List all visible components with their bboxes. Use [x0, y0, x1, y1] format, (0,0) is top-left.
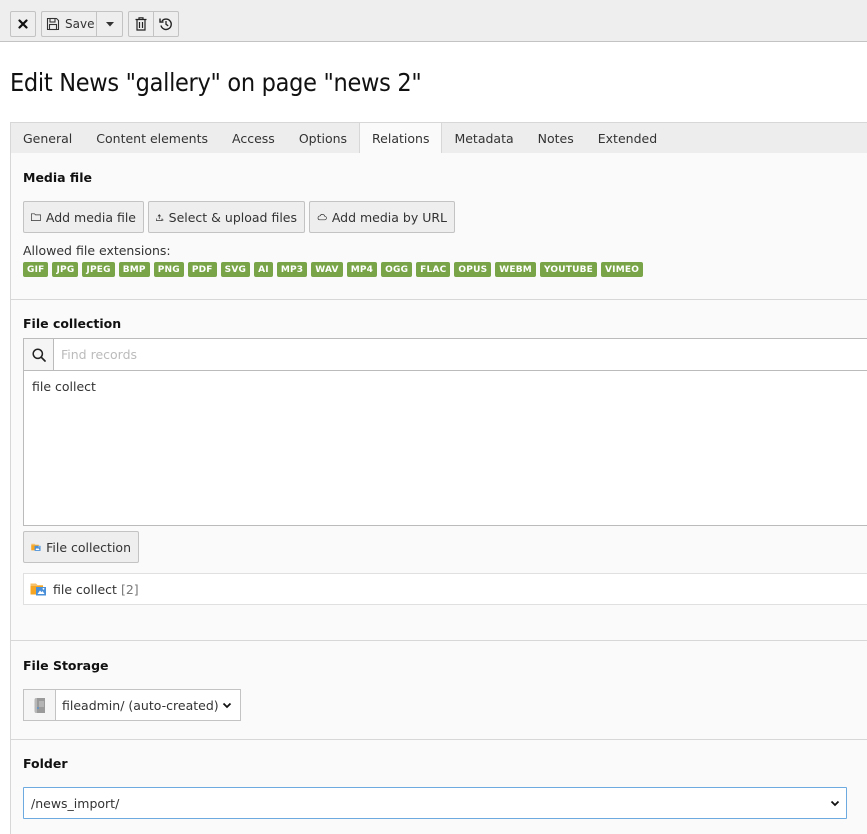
save-button[interactable]: Save: [41, 11, 97, 37]
tab-options[interactable]: Options: [287, 123, 359, 153]
extension-badge: WAV: [311, 262, 343, 277]
record-count: [2]: [120, 581, 139, 597]
section-divider: [11, 299, 867, 300]
page-title: Edit News "gallery" on page "news 2": [10, 68, 422, 97]
extension-badge: SVG: [220, 262, 251, 277]
tab-notes[interactable]: Notes: [526, 123, 586, 153]
file-collection-available-list[interactable]: file collect: [23, 370, 867, 526]
extension-badge: AI: [254, 262, 273, 277]
chevron-down-icon: [830, 800, 840, 806]
section-divider: [11, 739, 867, 740]
selected-record-row[interactable]: file collect [2]: [23, 573, 867, 605]
find-records-input[interactable]: [54, 339, 867, 370]
folder-selected: /news_import/: [31, 795, 120, 811]
history-icon: [159, 18, 172, 31]
chevron-down-icon: [222, 702, 232, 708]
add-media-by-url-button[interactable]: Add media by URL: [309, 201, 455, 233]
add-media-by-url-label: Add media by URL: [331, 209, 447, 225]
upload-icon: [156, 213, 164, 221]
tab-relations[interactable]: Relations: [359, 122, 443, 154]
delete-button[interactable]: [128, 11, 154, 37]
add-media-file-button[interactable]: Add media file: [23, 201, 144, 233]
extension-badge: MP4: [346, 262, 378, 277]
allowed-extensions-list: GIF JPG JPEG BMP PNG PDF SVG AI MP3 WAV …: [23, 262, 644, 277]
select-upload-files-button[interactable]: Select & upload files: [148, 201, 305, 233]
tab-access[interactable]: Access: [220, 123, 287, 153]
extension-badge: FLAC: [416, 262, 451, 277]
extension-badge: BMP: [118, 262, 150, 277]
folder-select[interactable]: /news_import/: [23, 787, 847, 819]
media-file-label: Media file: [23, 170, 92, 185]
storage-icon-box: [24, 690, 56, 720]
tab-panel-relations: Media file Add media file Select & uploa…: [10, 153, 867, 834]
close-icon: [18, 19, 28, 29]
extension-badge: MP3: [276, 262, 308, 277]
file-collection-icon: [31, 543, 41, 551]
file-collection-option[interactable]: file collect: [24, 371, 867, 402]
save-dropdown-button[interactable]: [96, 11, 123, 37]
extension-badge: OGG: [381, 262, 413, 277]
file-storage-selected: fileadmin/ (auto-created): [62, 697, 219, 713]
extension-badge: PNG: [153, 262, 184, 277]
extension-badge: PDF: [187, 262, 217, 277]
tab-bar: General Content elements Access Options …: [10, 122, 867, 154]
find-records-field: [23, 338, 867, 371]
caret-down-icon: [105, 21, 114, 26]
close-button[interactable]: [10, 11, 36, 37]
extension-badge: VIMEO: [600, 262, 644, 277]
docheader-toolbar: Save: [0, 0, 867, 42]
section-divider: [11, 640, 867, 641]
trash-icon: [135, 17, 147, 31]
add-file-collection-button[interactable]: File collection: [23, 531, 139, 563]
extension-badge: OPUS: [454, 262, 492, 277]
tab-extended[interactable]: Extended: [586, 123, 669, 153]
tab-content-elements[interactable]: Content elements: [84, 123, 220, 153]
extension-badge: JPEG: [82, 262, 115, 277]
search-icon-box: [24, 339, 54, 370]
extension-badge: JPG: [52, 262, 79, 277]
save-label: Save: [65, 17, 95, 31]
cloud-icon: [317, 214, 327, 221]
extension-badge: YOUTUBE: [539, 262, 597, 277]
folder-icon: [31, 213, 41, 221]
select-upload-files-label: Select & upload files: [168, 209, 297, 225]
file-collection-label: File collection: [23, 316, 122, 331]
extension-badge: WEBM: [495, 262, 536, 277]
record-title: file collect: [53, 581, 117, 597]
folder-label: Folder: [23, 756, 68, 771]
file-storage-icon: [34, 697, 45, 713]
add-file-collection-label: File collection: [46, 539, 131, 555]
file-storage-select[interactable]: fileadmin/ (auto-created): [23, 689, 241, 721]
file-storage-label: File Storage: [23, 658, 109, 673]
tab-metadata[interactable]: Metadata: [442, 123, 525, 153]
add-media-file-label: Add media file: [45, 209, 136, 225]
save-icon: [46, 17, 60, 31]
history-button[interactable]: [153, 11, 179, 37]
file-collection-icon: [30, 583, 46, 596]
file-storage-value[interactable]: fileadmin/ (auto-created): [56, 690, 240, 720]
tab-general[interactable]: General: [11, 123, 84, 153]
extension-badge: GIF: [23, 262, 49, 277]
search-icon: [31, 347, 46, 362]
allowed-extensions-label: Allowed file extensions:: [23, 243, 171, 258]
